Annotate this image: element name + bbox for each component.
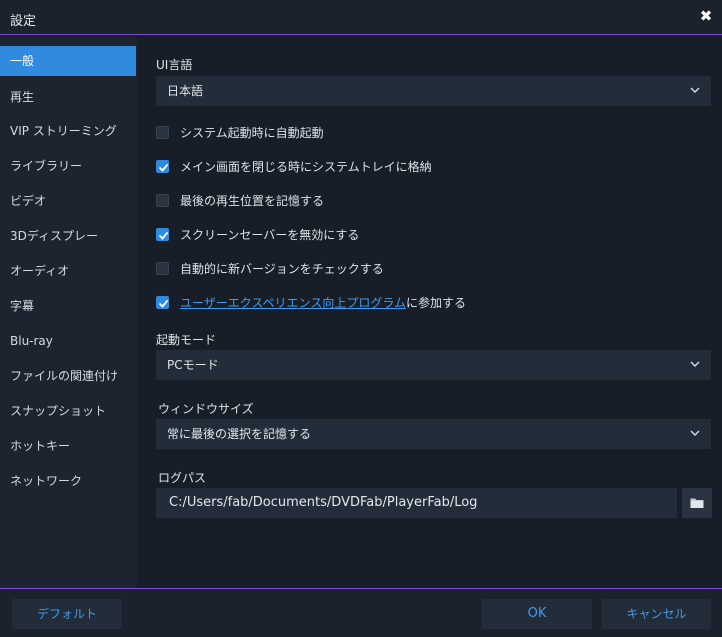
sidebar-item-bluray[interactable]: Blu-ray <box>0 326 137 356</box>
cancel-button[interactable]: キャンセル <box>602 599 711 629</box>
log-path-input[interactable] <box>156 488 677 518</box>
chevron-down-icon <box>690 361 700 367</box>
checkbox-check-updates[interactable] <box>156 262 169 275</box>
window-size-value: 常に最後の選択を記憶する <box>167 427 312 441</box>
check-icon <box>158 163 169 172</box>
option-minimize-to-tray-label: メイン画面を閉じる時にシステムトレイに格納 <box>180 160 432 174</box>
window-size-label: ウィンドウサイズ <box>158 402 254 416</box>
option-auto-start-label: システム起動時に自動起動 <box>180 126 324 140</box>
sidebar-item-file-associations[interactable]: ファイルの関連付け <box>0 361 137 391</box>
title-bar: 設定 ✖ <box>0 0 722 35</box>
chevron-down-icon <box>690 430 700 436</box>
ux-program-link[interactable]: ユーザーエクスペリエンス向上プログラム <box>180 296 406 310</box>
option-disable-screensaver-label: スクリーンセーバーを無効にする <box>180 228 360 242</box>
close-icon[interactable]: ✖ <box>698 8 714 24</box>
chevron-down-icon <box>690 87 700 93</box>
sidebar-item-snapshot[interactable]: スナップショット <box>0 396 137 426</box>
log-path-label: ログパス <box>158 471 207 485</box>
checkbox-ux-program[interactable] <box>156 296 169 309</box>
checkbox-auto-start[interactable] <box>156 126 169 139</box>
sidebar-item-subtitles[interactable]: 字幕 <box>0 291 137 321</box>
check-icon <box>158 231 169 240</box>
sidebar-item-video[interactable]: ビデオ <box>0 186 137 216</box>
sidebar-item-network[interactable]: ネットワーク <box>0 466 137 496</box>
sidebar-item-playback[interactable]: 再生 <box>0 82 137 112</box>
checkbox-minimize-to-tray[interactable] <box>156 160 169 173</box>
check-icon <box>158 299 169 308</box>
sidebar-item-library[interactable]: ライブラリー <box>0 151 137 181</box>
folder-icon <box>690 498 704 508</box>
checkbox-disable-screensaver[interactable] <box>156 228 169 241</box>
sidebar-item-vip-streaming[interactable]: VIP ストリーミング <box>0 116 137 146</box>
sidebar-item-3d-display[interactable]: 3Dディスプレー <box>0 221 137 251</box>
option-check-updates-label: 自動的に新バージョンをチェックする <box>180 262 384 276</box>
startup-mode-label: 起動モード <box>156 333 217 347</box>
settings-sidebar: 一般 再生 VIP ストリーミング ライブラリー ビデオ 3Dディスプレー オー… <box>0 36 137 588</box>
window-size-select[interactable]: 常に最後の選択を記憶する <box>156 419 711 449</box>
sidebar-item-general[interactable]: 一般 <box>0 46 136 76</box>
ui-language-value: 日本語 <box>167 84 204 98</box>
ui-language-select[interactable]: 日本語 <box>156 76 711 106</box>
general-settings-panel: UI言語 日本語 システム起動時に自動起動 メイン画面を閉じる時にシステムトレイ… <box>137 36 722 588</box>
option-remember-position-label: 最後の再生位置を記憶する <box>180 194 325 208</box>
window-title: 設定 <box>10 14 37 29</box>
sidebar-item-audio[interactable]: オーディオ <box>0 256 137 286</box>
startup-mode-value: PCモード <box>167 358 219 372</box>
dialog-footer: デフォルト OK キャンセル <box>0 588 722 637</box>
ux-program-suffix: に参加する <box>405 296 466 310</box>
checkbox-remember-position[interactable] <box>156 194 169 207</box>
startup-mode-select[interactable]: PCモード <box>156 350 711 380</box>
ok-button[interactable]: OK <box>482 599 592 629</box>
ui-language-label: UI言語 <box>156 58 193 72</box>
default-button[interactable]: デフォルト <box>12 599 122 629</box>
option-ux-program-label: ユーザーエクスペリエンス向上プログラムに参加する <box>180 295 466 311</box>
sidebar-item-hotkeys[interactable]: ホットキー <box>0 431 137 461</box>
browse-folder-button[interactable] <box>682 488 712 518</box>
